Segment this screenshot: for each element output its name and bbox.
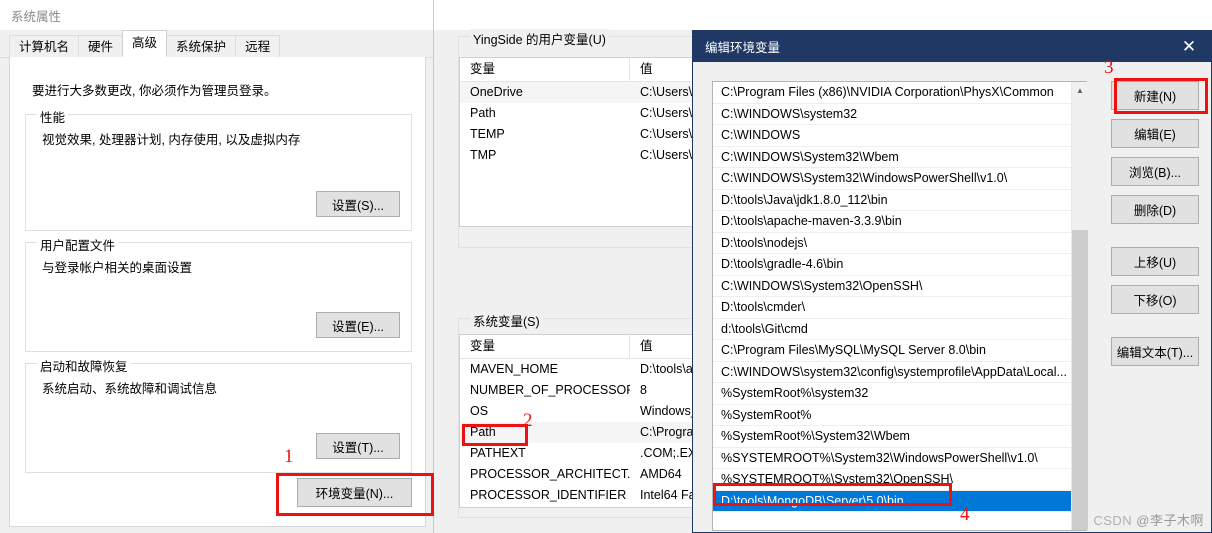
list-item[interactable]: %SystemRoot%\system32 [713, 383, 1086, 405]
list-item[interactable]: %SystemRoot% [713, 405, 1086, 426]
edit-environment-variable-window: 编辑环境变量 ✕ C:\Program Files (x86)\NVIDIA C… [692, 30, 1212, 533]
performance-group: 性能 视觉效果, 处理器计划, 内存使用, 以及虚拟内存 设置(S)... [25, 107, 412, 231]
watermark-author: @李子木啊 [1136, 513, 1204, 528]
watermark-brand: CSDN [1093, 513, 1133, 528]
edit-env-titlebar: 编辑环境变量 ✕ [693, 31, 1211, 62]
startup-recovery-group: 启动和故障恢复 系统启动、系统故障和调试信息 设置(T)... [25, 356, 412, 473]
tab-computer-name[interactable]: 计算机名 [9, 35, 80, 57]
user-profiles-settings-button[interactable]: 设置(E)... [316, 312, 400, 338]
list-item[interactable]: D:\tools\Java\jdk1.8.0_112\bin [713, 190, 1086, 211]
system-var-name: MAVEN_HOME [470, 362, 558, 376]
list-item[interactable]: C:\WINDOWS [713, 125, 1086, 147]
list-item[interactable]: C:\WINDOWS\system32\config\systemprofile… [713, 362, 1086, 383]
system-properties-titlebar: 系统属性 [0, 0, 433, 30]
list-item[interactable]: D:\tools\cmder\ [713, 297, 1086, 319]
environment-variables-titlebar [434, 0, 904, 30]
edit-env-button-column: 新建(N) 编辑(E) 浏览(B)... 删除(D) 上移(U) 下移(O) 编… [1111, 81, 1199, 375]
system-col-variable[interactable]: 变量 [460, 335, 630, 358]
tab-hardware[interactable]: 硬件 [78, 35, 124, 57]
move-down-button[interactable]: 下移(O) [1111, 285, 1199, 314]
list-item-selected[interactable]: D:\tools\MongoDB\Server\5.0\bin [713, 490, 1086, 512]
list-item[interactable]: C:\Program Files (x86)\NVIDIA Corporatio… [713, 82, 1086, 104]
list-item[interactable]: D:\tools\apache-maven-3.3.9\bin [713, 211, 1086, 233]
list-item[interactable]: %SYSTEMROOT%\System32\OpenSSH\ [713, 469, 1086, 491]
list-item[interactable]: C:\Program Files\MySQL\MySQL Server 8.0\… [713, 340, 1086, 362]
user-var-name: Path [470, 106, 496, 120]
edit-text-button[interactable]: 编辑文本(T)... [1111, 337, 1199, 366]
system-properties-window: 系统属性 计算机名 硬件 高级 系统保护 远程 要进行大多数更改, 你必须作为管… [0, 0, 434, 533]
tab-system-protection[interactable]: 系统保护 [166, 35, 237, 57]
button-gap-2 [1111, 323, 1199, 337]
close-icon[interactable]: ✕ [1167, 31, 1211, 62]
user-variables-legend: YingSide 的用户变量(U) [470, 29, 609, 48]
delete-button[interactable]: 删除(D) [1111, 195, 1199, 224]
list-item[interactable]: D:\tools\nodejs\ [713, 233, 1086, 254]
chevron-up-icon[interactable]: ▲ [1072, 82, 1088, 98]
button-gap-1 [1111, 233, 1199, 247]
user-profiles-group-legend: 用户配置文件 [37, 235, 119, 254]
list-item[interactable]: C:\WINDOWS\System32\Wbem [713, 147, 1086, 168]
environment-variables-window: YingSide 的用户变量(U) 变量 值 OneDrive C:\Users… [433, 0, 904, 533]
user-var-name: TMP [470, 148, 497, 162]
system-variables-legend: 系统变量(S) [470, 311, 543, 330]
system-var-name: NUMBER_OF_PROCESSORS [470, 383, 630, 397]
system-var-name: Path [470, 425, 496, 439]
environment-variables-button[interactable]: 环境变量(N)... [297, 478, 412, 507]
system-var-name: PROCESSOR_ARCHITECT... [470, 467, 630, 481]
list-item[interactable]: %SystemRoot%\System32\Wbem [713, 426, 1086, 448]
admin-notice-text: 要进行大多数更改, 你必须作为管理员登录。 [32, 84, 277, 98]
path-entries-listbox[interactable]: C:\Program Files (x86)\NVIDIA Corporatio… [712, 81, 1087, 531]
move-up-button[interactable]: 上移(U) [1111, 247, 1199, 276]
user-profiles-group: 用户配置文件 与登录帐户相关的桌面设置 设置(E)... [25, 235, 412, 352]
startup-recovery-settings-button[interactable]: 设置(T)... [316, 433, 400, 459]
startup-recovery-group-legend: 启动和故障恢复 [37, 356, 131, 375]
user-profiles-description: 与登录帐户相关的桌面设置 [42, 261, 193, 275]
tab-advanced[interactable]: 高级 [122, 30, 168, 57]
tab-remote[interactable]: 远程 [235, 35, 281, 57]
list-item[interactable]: C:\WINDOWS\System32\OpenSSH\ [713, 276, 1086, 297]
system-properties-title: 系统属性 [11, 9, 62, 24]
csdn-watermark: CSDN @李子木啊 [1093, 510, 1204, 529]
list-item[interactable]: C:\WINDOWS\system32 [713, 104, 1086, 125]
edit-button[interactable]: 编辑(E) [1111, 119, 1199, 148]
list-item[interactable]: %SYSTEMROOT%\System32\WindowsPowerShell\… [713, 448, 1086, 469]
performance-group-legend: 性能 [37, 107, 69, 126]
performance-settings-button[interactable]: 设置(S)... [316, 191, 400, 217]
path-list-scrollbar[interactable]: ▲ [1071, 82, 1088, 530]
system-var-name: PROCESSOR_IDENTIFIER [470, 488, 627, 502]
user-var-name: TEMP [470, 127, 505, 141]
browse-button[interactable]: 浏览(B)... [1111, 157, 1199, 186]
list-item[interactable]: D:\tools\gradle-4.6\bin [713, 254, 1086, 276]
list-item[interactable]: d:\tools\Git\cmd [713, 319, 1086, 340]
system-var-name: PATHEXT [470, 446, 526, 460]
list-item[interactable]: C:\WINDOWS\System32\WindowsPowerShell\v1… [713, 168, 1086, 190]
scrollbar-thumb[interactable] [1072, 230, 1088, 530]
new-button[interactable]: 新建(N) [1111, 81, 1199, 110]
advanced-tab-panel: 要进行大多数更改, 你必须作为管理员登录。 性能 视觉效果, 处理器计划, 内存… [9, 57, 426, 527]
startup-recovery-description: 系统启动、系统故障和调试信息 [42, 382, 218, 396]
user-var-name: OneDrive [470, 85, 523, 99]
performance-description: 视觉效果, 处理器计划, 内存使用, 以及虚拟内存 [42, 133, 301, 147]
edit-env-title: 编辑环境变量 [705, 41, 781, 55]
system-properties-tabstrip: 计算机名 硬件 高级 系统保护 远程 [0, 30, 434, 58]
user-col-variable[interactable]: 变量 [460, 58, 630, 81]
system-var-name: OS [470, 404, 489, 418]
